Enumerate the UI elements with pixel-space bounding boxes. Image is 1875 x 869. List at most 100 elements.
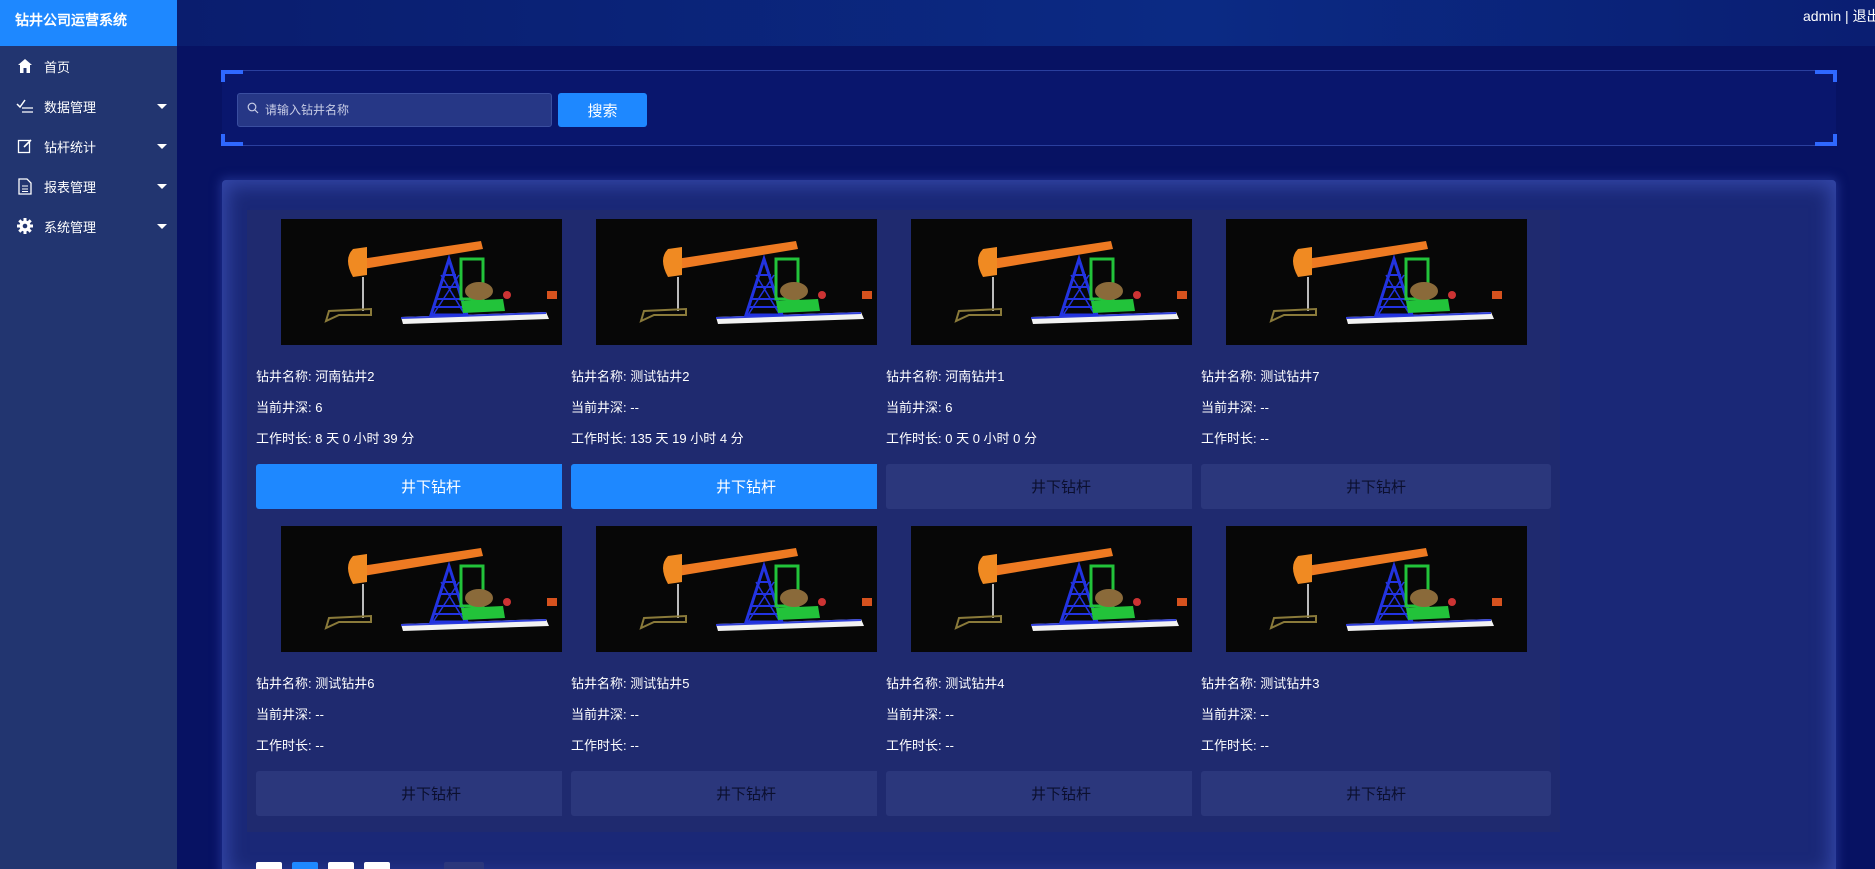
pagination-page[interactable] (328, 862, 354, 869)
well-depth-line: 当前井深: -- (886, 704, 954, 723)
well-name-value: 测试钻井3 (1260, 676, 1320, 691)
sidebar-item-label: 数据管理 (44, 99, 97, 115)
sidebar-item-data[interactable]: 数据管理 (0, 86, 177, 126)
well-card: 钻井名称: 测试钻井7 当前井深: -- 工作时长: -- 井下钻杆 (1192, 210, 1560, 525)
work-time-value: -- (315, 738, 324, 753)
well-depth-value: 6 (315, 400, 323, 415)
well-depth-value: -- (1260, 400, 1269, 415)
well-name-line: 钻井名称: 测试钻井6 (256, 673, 374, 692)
sidebar-item-label: 钻杆统计 (44, 139, 97, 155)
well-name-value: 河南钻井1 (945, 369, 1005, 384)
well-card: 钻井名称: 测试钻井2 当前井深: -- 工作时长: 135 天 19 小时 4… (562, 210, 930, 525)
sidebar-item-system[interactable]: 系统管理 (0, 206, 177, 246)
well-card: 钻井名称: 河南钻井1 当前井深: 6 工作时长: 0 天 0 小时 0 分 井… (877, 210, 1245, 525)
pump-jack-image (596, 526, 897, 652)
drill-pipe-button[interactable]: 井下钻杆 (571, 771, 921, 816)
work-time-line: 工作时长: 0 天 0 小时 0 分 (886, 428, 1037, 447)
top-header: admin | 退出 (177, 0, 1875, 46)
drill-pipe-button[interactable]: 井下钻杆 (256, 464, 606, 509)
search-input[interactable] (265, 103, 545, 117)
well-depth-label: 当前井深: (1201, 400, 1261, 415)
well-depth-value: -- (630, 707, 639, 722)
well-depth-value: -- (315, 707, 324, 722)
well-name-line: 钻井名称: 河南钻井2 (256, 366, 374, 385)
well-name-label: 钻井名称: (1201, 369, 1261, 384)
well-name-value: 测试钻井7 (1260, 369, 1320, 384)
well-depth-label: 当前井深: (256, 400, 316, 415)
well-name-label: 钻井名称: (256, 676, 316, 691)
work-time-line: 工作时长: -- (1201, 735, 1269, 754)
well-depth-line: 当前井深: 6 (256, 397, 322, 416)
sidebar: 钻井公司运营系统 首页 数据管理 钻杆统计 报表管理 系统管理 (0, 0, 177, 869)
pagination-prev[interactable] (256, 862, 282, 869)
well-depth-line: 当前井深: -- (1201, 397, 1269, 416)
well-depth-line: 当前井深: -- (571, 704, 639, 723)
chevron-down-icon (157, 224, 167, 229)
drill-pipe-button[interactable]: 井下钻杆 (1201, 771, 1551, 816)
corner-decoration (1815, 70, 1837, 82)
document-icon (15, 176, 35, 196)
drill-pipe-button[interactable]: 井下钻杆 (571, 464, 921, 509)
well-depth-label: 当前井深: (886, 400, 946, 415)
edit-icon (15, 136, 35, 156)
well-depth-label: 当前井深: (571, 707, 631, 722)
well-name-label: 钻井名称: (886, 676, 946, 691)
pump-jack-image (281, 219, 582, 345)
gear-icon (15, 216, 35, 236)
work-time-value: 8 天 0 小时 39 分 (315, 431, 415, 446)
well-depth-line: 当前井深: 6 (886, 397, 952, 416)
work-time-line: 工作时长: -- (571, 735, 639, 754)
work-time-label: 工作时长: (886, 431, 946, 446)
well-depth-label: 当前井深: (886, 707, 946, 722)
well-name-value: 测试钻井2 (630, 369, 690, 384)
well-name-label: 钻井名称: (571, 369, 631, 384)
chart-check-icon (15, 96, 35, 116)
separator: | (1841, 8, 1853, 24)
sidebar-item-label: 报表管理 (44, 179, 97, 195)
pump-jack-image (911, 219, 1212, 345)
drill-pipe-button[interactable]: 井下钻杆 (886, 464, 1236, 509)
well-card: 钻井名称: 测试钻井5 当前井深: -- 工作时长: -- 井下钻杆 (562, 517, 930, 832)
work-time-label: 工作时长: (256, 431, 316, 446)
logout-link[interactable]: 退出 (1853, 8, 1875, 24)
sidebar-item-reports[interactable]: 报表管理 (0, 166, 177, 206)
search-button[interactable]: 搜索 (558, 93, 647, 127)
drill-pipe-button[interactable]: 井下钻杆 (256, 771, 606, 816)
work-time-value: -- (630, 738, 639, 753)
work-time-label: 工作时长: (1201, 431, 1261, 446)
well-name-value: 测试钻井5 (630, 676, 690, 691)
work-time-label: 工作时长: (256, 738, 316, 753)
well-name-line: 钻井名称: 测试钻井7 (1201, 366, 1319, 385)
pagination-size-select[interactable] (444, 862, 484, 869)
sidebar-item-drill-stats[interactable]: 钻杆统计 (0, 126, 177, 166)
corner-decoration (221, 70, 243, 82)
work-time-value: 135 天 19 小时 4 分 (630, 431, 744, 446)
drill-pipe-button[interactable]: 井下钻杆 (886, 771, 1236, 816)
well-depth-label: 当前井深: (1201, 707, 1261, 722)
search-field (237, 93, 552, 127)
username: admin (1803, 8, 1842, 24)
well-depth-line: 当前井深: -- (571, 397, 639, 416)
work-time-line: 工作时长: 135 天 19 小时 4 分 (571, 428, 744, 447)
well-depth-line: 当前井深: -- (256, 704, 324, 723)
well-name-line: 钻井名称: 测试钻井4 (886, 673, 1004, 692)
home-icon (15, 56, 35, 76)
well-card: 钻井名称: 测试钻井3 当前井深: -- 工作时长: -- 井下钻杆 (1192, 517, 1560, 832)
drill-pipe-button[interactable]: 井下钻杆 (1201, 464, 1551, 509)
work-time-value: -- (1260, 738, 1269, 753)
pump-jack-image (911, 526, 1212, 652)
well-name-label: 钻井名称: (256, 369, 316, 384)
pagination-next[interactable] (364, 862, 390, 869)
well-name-line: 钻井名称: 测试钻井3 (1201, 673, 1319, 692)
sidebar-item-home[interactable]: 首页 (0, 46, 177, 86)
well-depth-label: 当前井深: (571, 400, 631, 415)
search-icon (247, 101, 259, 119)
well-name-value: 河南钻井2 (315, 369, 375, 384)
corner-decoration (1815, 134, 1837, 146)
well-depth-label: 当前井深: (256, 707, 316, 722)
pagination-page[interactable] (292, 862, 318, 869)
sidebar-item-label: 首页 (44, 59, 71, 75)
pump-jack-image (1226, 526, 1527, 652)
well-name-line: 钻井名称: 河南钻井1 (886, 366, 1004, 385)
corner-decoration (221, 134, 243, 146)
